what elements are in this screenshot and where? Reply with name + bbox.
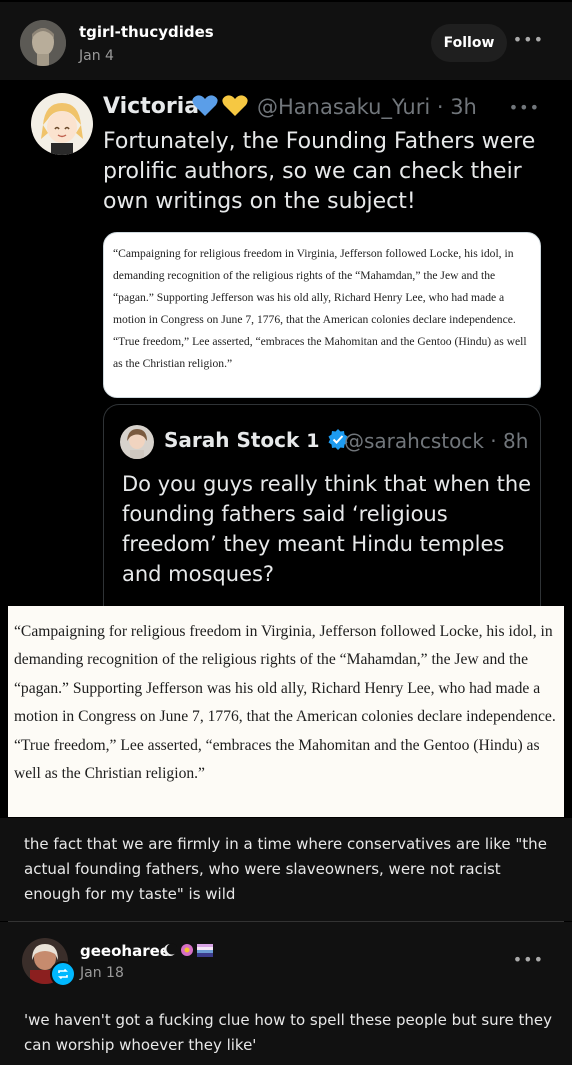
- blue-heart: [192, 95, 218, 116]
- quoted-tweet-text: Do you guys really think that when the f…: [122, 472, 532, 586]
- heart-emoji: [191, 94, 253, 124]
- post-caption: the fact that we are firmly in a time wh…: [0, 818, 572, 921]
- post-header: tgirl-thucydides Jan 4 Follow •••: [0, 2, 572, 80]
- post-avatar[interactable]: [20, 20, 66, 66]
- tweet-text: Fortunately, the Founding Fathers were p…: [103, 129, 536, 214]
- quoted-handle-time: @sarahcstock · 8h: [344, 429, 529, 453]
- reply-username[interactable]: geeoharee: [80, 942, 170, 960]
- username-emoji: [163, 943, 213, 957]
- quoted-tweet-name: Sarah Stock 1: [164, 428, 349, 452]
- reply-text: 'we haven't got a fucking clue how to sp…: [24, 1011, 552, 1054]
- reblog-reply: geeoharee Jan 18 ••• 'we haven't got a f…: [0, 922, 572, 1065]
- post-header-area: tgirl-thucydides Jan 4 Follow •••: [0, 2, 572, 80]
- reblog-icon: [50, 961, 76, 987]
- post-date[interactable]: Jan 4: [79, 48, 114, 64]
- reply-more-icon[interactable]: •••: [513, 950, 544, 969]
- quoted-tweet: Sarah Stock 1 @sarahcstock · 8h Do you g…: [103, 404, 541, 610]
- tweet-avatar: [31, 93, 93, 155]
- tweet-handle-time: @Hanasaku_Yuri · 3h: [257, 95, 477, 119]
- quoted-author-name: Sarah Stock: [164, 428, 300, 452]
- caption-text: the fact that we are firmly in a time wh…: [24, 835, 547, 903]
- quoted-tweet-avatar: [120, 425, 154, 459]
- excerpt-text: “Campaigning for religious freedom in Vi…: [14, 623, 556, 783]
- follow-button[interactable]: Follow: [431, 24, 507, 62]
- quote-image-text: “Campaigning for religious freedom in Vi…: [113, 247, 527, 370]
- name-marker: 1: [306, 430, 320, 452]
- flower-emoji: [181, 944, 193, 956]
- more-dots-icon[interactable]: •••: [513, 30, 544, 49]
- tweet-more-icon: •••: [508, 98, 540, 117]
- tweet-author-name: Victoria: [103, 94, 200, 119]
- post-username[interactable]: tgirl-thucydides: [79, 23, 214, 41]
- book-excerpt-image: “Campaigning for religious freedom in Vi…: [8, 606, 564, 817]
- tweet-quote-image: “Campaigning for religious freedom in Vi…: [103, 232, 541, 398]
- reply-date[interactable]: Jan 18: [80, 965, 124, 981]
- flag-emoji: [197, 943, 213, 957]
- moon-emoji: [164, 943, 177, 956]
- yellow-heart: [222, 95, 248, 116]
